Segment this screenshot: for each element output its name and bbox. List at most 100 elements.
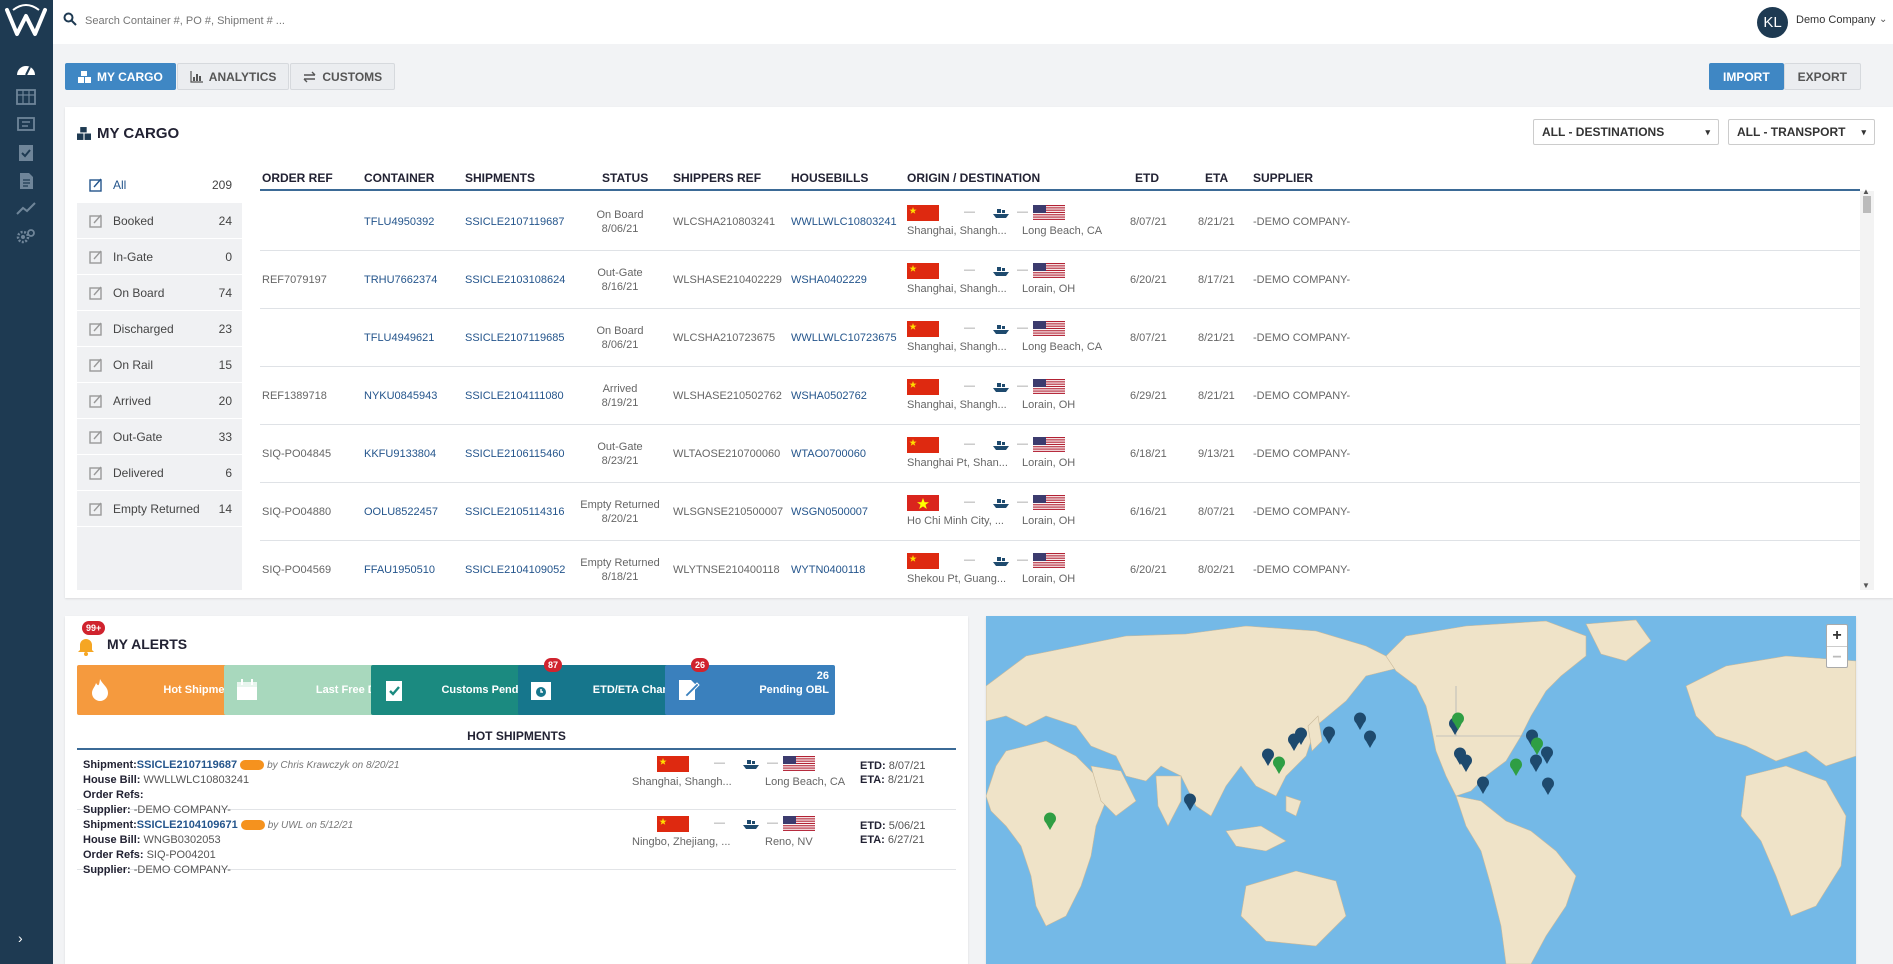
transport-dropdown[interactable]: ALL - TRANSPORT ▾ — [1728, 119, 1875, 145]
avatar[interactable]: KL — [1757, 7, 1788, 38]
ship-icon — [992, 555, 1010, 567]
cell-housebill[interactable]: WWLLWLC10723675 — [791, 309, 897, 367]
scroll-up-icon[interactable]: ▲ — [1862, 187, 1870, 196]
company-name[interactable]: Demo Company — [1796, 14, 1875, 26]
cell-container[interactable]: TRHU7662374 — [364, 251, 437, 309]
scroll-down-icon[interactable]: ▼ — [1862, 581, 1870, 590]
status-text: On Board — [596, 325, 644, 337]
cell-shipment[interactable]: SSICLE2104111080 — [465, 367, 564, 425]
cell-housebill[interactable]: WWLLWLC10803241 — [791, 193, 897, 251]
hot-toggle-icon[interactable] — [240, 760, 265, 771]
dashboard-icon[interactable] — [13, 58, 39, 80]
zoom-in-button[interactable]: + — [1827, 625, 1847, 646]
table-row[interactable]: REF1389718 NYKU0845943 SSICLE2104111080 WLS… — [260, 367, 1860, 425]
tab-customs[interactable]: CUSTOMS — [290, 63, 396, 90]
col-etd[interactable]: ETD — [1135, 171, 1159, 185]
world-map[interactable] — [986, 616, 1856, 964]
filter-out-gate[interactable]: Out-Gate 33 — [77, 419, 242, 455]
tab-my-cargo[interactable]: MY CARGO — [65, 63, 176, 90]
truck-board-icon[interactable] — [13, 114, 39, 136]
col-container[interactable]: CONTAINER — [364, 171, 434, 185]
cell-housebill[interactable]: WTAO0700060 — [791, 425, 866, 483]
document-icon[interactable] — [13, 170, 39, 192]
hot-shipment-item[interactable]: Shipment:SSICLE2104109671 by UWL on 5/12/… — [77, 810, 956, 876]
shipment-link[interactable]: SSICLE2104109671 — [137, 819, 238, 831]
filter-in-gate[interactable]: In-Gate 0 — [77, 239, 242, 275]
col-housebills[interactable]: HOUSEBILLS — [791, 171, 868, 185]
col-order-ref[interactable]: ORDER REF — [262, 171, 333, 185]
ship-icon — [992, 439, 1010, 451]
col-status[interactable]: STATUS — [602, 171, 648, 185]
filter-delivered[interactable]: Delivered 6 — [77, 455, 242, 491]
eta-value: 8/21/21 — [887, 774, 925, 786]
export-button[interactable]: EXPORT — [1783, 63, 1861, 90]
alert-tile-etd-eta-change[interactable]: 87ETD/ETA Change — [518, 665, 688, 715]
shipment-link[interactable]: SSICLE2107119687 — [137, 759, 237, 771]
alert-tile-last-free-day[interactable]: 0Last Free Day — [224, 665, 394, 715]
scroll-thumb[interactable] — [1863, 196, 1871, 213]
alert-tile-customs-pending[interactable]: 0Customs Pending — [371, 665, 541, 715]
tab-analytics[interactable]: ANALYTICS — [176, 63, 290, 90]
bell-icon[interactable] — [77, 636, 95, 656]
filter-on-board[interactable]: On Board 74 — [77, 275, 242, 311]
col-shippers-ref[interactable]: SHIPPERS REF — [673, 171, 761, 185]
cell-container[interactable]: TFLU4949621 — [364, 309, 434, 367]
table-row[interactable]: TFLU4950392 SSICLE2107119687 WLCSHA2108032… — [260, 193, 1860, 251]
cell-shipment[interactable]: SSICLE2105114316 — [465, 483, 565, 541]
gears-icon[interactable] — [13, 226, 39, 248]
cell-shipment[interactable]: SSICLE2107119687 — [465, 193, 565, 251]
alert-tile-pending-obl[interactable]: 26 Pending OBL — [665, 665, 835, 715]
col-origin-destination[interactable]: ORIGIN / DESTINATION — [907, 171, 1040, 185]
cell-container[interactable]: NYKU0845943 — [364, 367, 437, 425]
cell-shipment[interactable]: SSICLE2106115460 — [465, 425, 565, 483]
clipboard-check-nav-icon[interactable] — [13, 142, 39, 164]
expand-sidebar-icon[interactable]: › — [18, 930, 23, 946]
route-dash: — — [964, 322, 975, 334]
cell-housebill[interactable]: WSHA0502762 — [791, 367, 867, 425]
cell-container[interactable]: KKFU9133804 — [364, 425, 436, 483]
import-button[interactable]: IMPORT — [1708, 63, 1784, 90]
cell-housebill[interactable]: WSHA0402229 — [791, 251, 867, 309]
zoom-out-button[interactable]: − — [1827, 646, 1847, 667]
cell-eta: 8/21/21 — [1198, 390, 1235, 402]
trend-chart-icon[interactable] — [13, 198, 39, 220]
document-edit-icon — [679, 680, 700, 700]
hot-shipment-item[interactable]: Shipment:SSICLE2107119687 by Chris Krawcz… — [77, 750, 956, 816]
table-scrollbar[interactable]: ▲ ▼ — [1860, 187, 1874, 590]
route-dash: — — [1017, 438, 1028, 450]
hot-toggle-icon[interactable] — [240, 820, 265, 831]
table-row[interactable]: REF7079197 TRHU7662374 SSICLE2103108624 WLS… — [260, 251, 1860, 309]
shipment-map[interactable]: + − — [986, 616, 1856, 964]
cell-housebill[interactable]: WSGN0500007 — [791, 483, 868, 541]
filter-discharged[interactable]: Discharged 23 — [77, 311, 242, 347]
table-header: ORDER REF CONTAINER SHIPMENTS STATUS SHI… — [260, 167, 1860, 191]
table-row[interactable]: SIQ-PO04880 OOLU8522457 SSICLE2105114316 WL… — [260, 483, 1860, 541]
table-row[interactable]: SIQ-PO04845 KKFU9133804 SSICLE2106115460 WL… — [260, 425, 1860, 483]
cell-container[interactable]: TFLU4950392 — [364, 193, 434, 251]
cell-shipment[interactable]: SSICLE2103108624 — [465, 251, 565, 309]
destinations-dropdown[interactable]: ALL - DESTINATIONS ▾ — [1533, 119, 1719, 145]
col-eta[interactable]: ETA — [1205, 171, 1228, 185]
cell-container[interactable]: OOLU8522457 — [364, 483, 438, 541]
col-supplier[interactable]: SUPPLIER — [1253, 171, 1313, 185]
cell-housebill[interactable]: WYTN0400118 — [791, 541, 865, 590]
chevron-down-icon[interactable]: ⌄ — [1879, 14, 1887, 25]
filter-arrived[interactable]: Arrived 20 — [77, 383, 242, 419]
table-row[interactable]: TFLU4949621 SSICLE2107119685 WLCSHA2107236… — [260, 309, 1860, 367]
edit-square-icon — [89, 502, 102, 516]
destination-flag-icon — [1033, 263, 1065, 279]
search-input[interactable] — [85, 10, 505, 32]
calendar-grid-icon[interactable] — [13, 86, 39, 108]
uwl-logo[interactable] — [3, 2, 50, 42]
cell-container[interactable]: FFAU1950510 — [364, 541, 435, 590]
col-shipments[interactable]: SHIPMENTS — [465, 171, 535, 185]
filter-empty-returned[interactable]: Empty Returned 14 — [77, 491, 242, 527]
filter-on-rail[interactable]: On Rail 15 — [77, 347, 242, 383]
cell-shipment[interactable]: SSICLE2107119685 — [465, 309, 565, 367]
alert-tile-hot-shipments[interactable]: 2Hot Shipments — [77, 665, 247, 715]
filter-all[interactable]: All 209 — [77, 167, 242, 203]
table-row[interactable]: SIQ-PO04569 FFAU1950510 SSICLE2104109052 WL… — [260, 541, 1860, 590]
cell-shipment[interactable]: SSICLE2104109052 — [465, 541, 565, 590]
origin-flag-icon — [907, 263, 939, 279]
filter-booked[interactable]: Booked 24 — [77, 203, 242, 239]
